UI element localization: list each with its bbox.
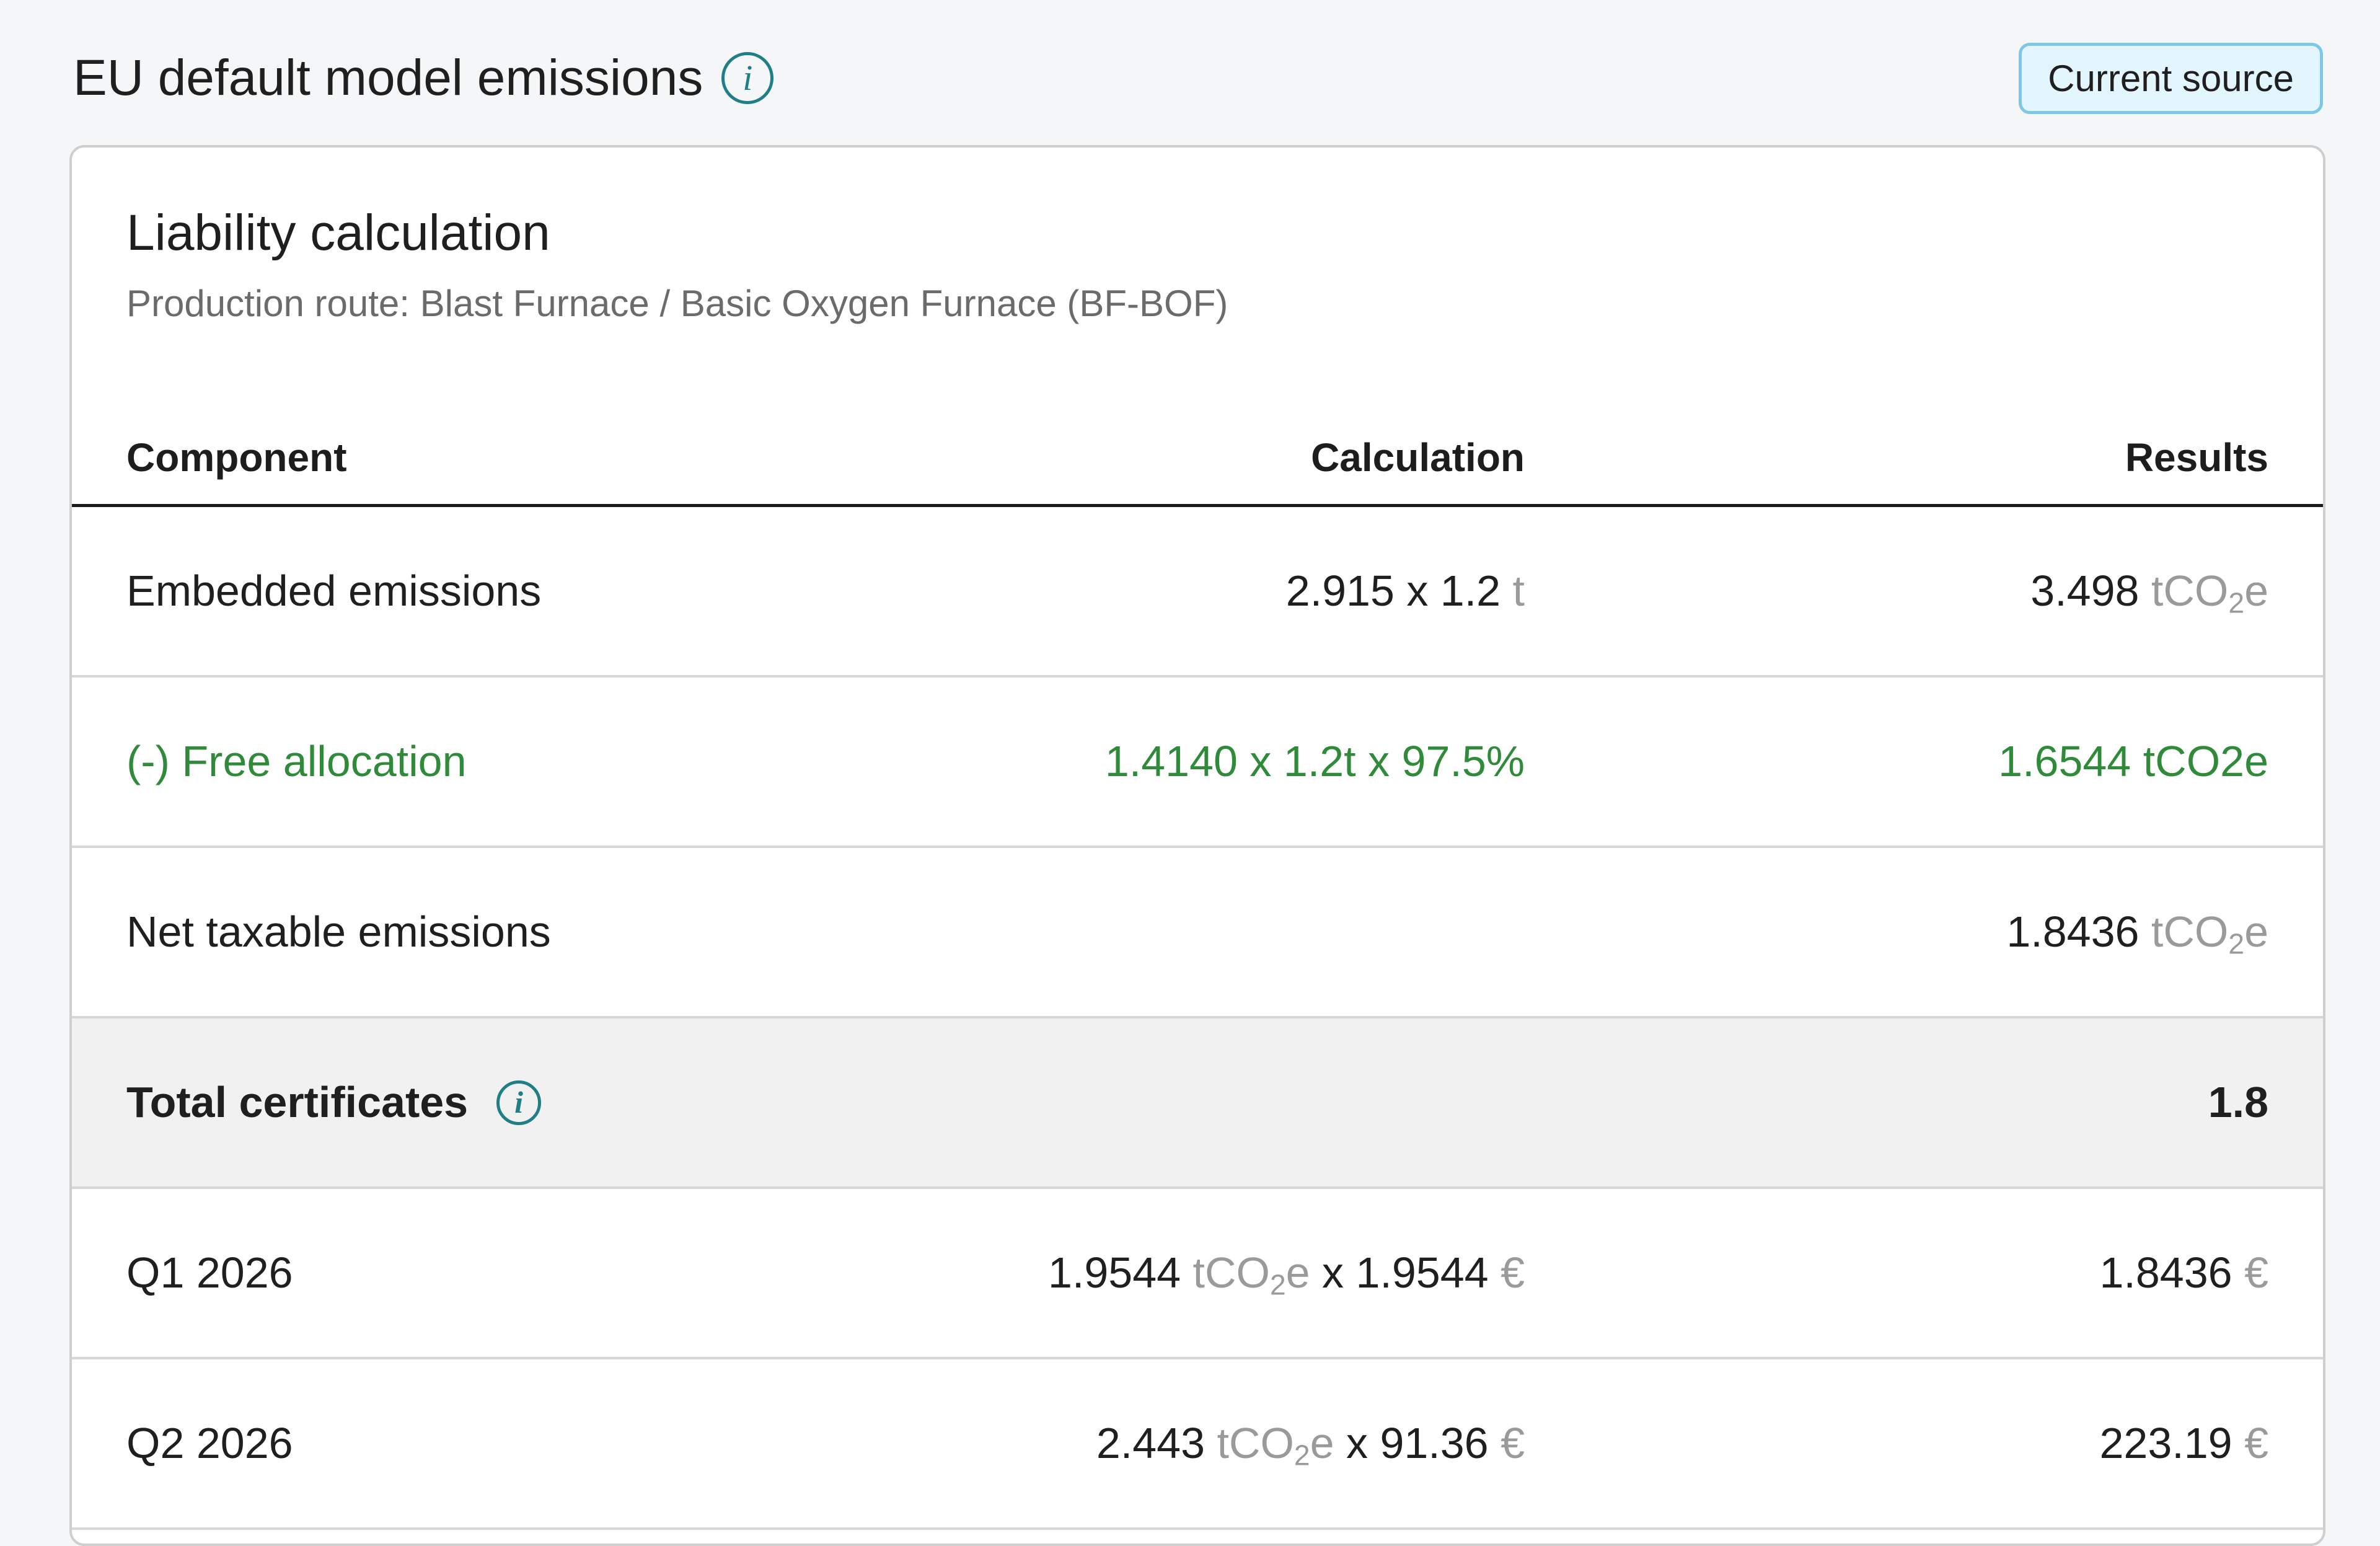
result-unit: tCO2e xyxy=(2151,567,2268,617)
production-route-subtitle: Production route: Blast Furnace / Basic … xyxy=(126,283,1228,324)
info-icon[interactable]: i xyxy=(721,52,774,104)
unit-subscript: 2 xyxy=(1294,1439,1310,1472)
calculation-value-2: 1.9544 xyxy=(1355,1248,1489,1297)
unit-suffix: e xyxy=(2244,567,2268,615)
unit-prefix: tCO xyxy=(2151,908,2229,956)
unit-prefix: tCO xyxy=(2151,567,2229,615)
unit-subscript: 2 xyxy=(2228,586,2245,619)
liability-calculation-card: Liability calculation Production route: … xyxy=(69,145,2325,1546)
calculation-unit: tCO2e xyxy=(1192,1248,1310,1299)
info-icon[interactable]: i xyxy=(496,1080,542,1125)
calculation-value: 2.915 x 1.2 xyxy=(1285,567,1501,615)
table-row-total-certificates: Total certificates i 1.8 xyxy=(72,1018,2323,1189)
unit-suffix: e xyxy=(1285,1248,1310,1297)
unit-prefix: tCO xyxy=(1192,1248,1270,1297)
column-header-results: Results xyxy=(2125,435,2268,480)
calculation-operator: x xyxy=(1346,1419,1368,1467)
calculation-value-2: 91.36 xyxy=(1380,1419,1489,1467)
result-value: 3.498 xyxy=(2030,567,2140,615)
current-source-badge[interactable]: Current source xyxy=(2019,43,2323,114)
row-component-label: (-) Free allocation xyxy=(126,737,467,785)
table-row-q2-2026: Q2 2026 2.443 tCO2e x 91.36 € 223.19 € xyxy=(72,1359,2323,1530)
result-value: 1.8436 xyxy=(2099,1248,2232,1297)
row-component-label: Embedded emissions xyxy=(126,567,542,615)
calculation-unit: t xyxy=(1512,567,1525,615)
calculation-currency: € xyxy=(1501,1248,1525,1297)
row-result: 3.498 tCO2e xyxy=(2030,507,2268,675)
row-result: 223.19 € xyxy=(2100,1359,2269,1527)
row-calculation: 2.443 tCO2e x 91.36 € xyxy=(1096,1359,1525,1527)
calculation-value-1: 1.9544 xyxy=(1047,1248,1181,1297)
calculation-currency: € xyxy=(1501,1419,1525,1467)
column-header-component: Component xyxy=(126,435,347,480)
unit-prefix: tCO xyxy=(1217,1419,1294,1467)
table-row-embedded-emissions: Embedded emissions 2.915 x 1.2 t 3.498 t… xyxy=(72,507,2323,678)
unit-suffix: e xyxy=(2244,908,2268,956)
total-certificates-label-group: Total certificates i xyxy=(126,1018,542,1186)
total-certificates-value: 1.8 xyxy=(2208,1078,2268,1126)
table-row-q1-2026: Q1 2026 1.9544 tCO2e x 1.9544 € 1.8436 € xyxy=(72,1189,2323,1359)
row-component-label: Q2 2026 xyxy=(126,1419,293,1467)
row-calculation: 1.4140 x 1.2t x 97.5% xyxy=(1104,737,1525,785)
row-result: 1.8436 tCO2e xyxy=(2006,848,2268,1016)
section-heading: EU default model emissions i xyxy=(73,48,774,108)
calculation-value-1: 2.443 xyxy=(1096,1419,1205,1467)
section-title: EU default model emissions xyxy=(73,50,703,106)
card-title: Liability calculation xyxy=(126,205,550,261)
table-row-free-allocation: (-) Free allocation 1.4140 x 1.2t x 97.5… xyxy=(72,678,2323,848)
unit-suffix: e xyxy=(1310,1419,1334,1467)
row-calculation: 1.9544 tCO2e x 1.9544 € xyxy=(1048,1189,1525,1357)
row-calculation: 2.915 x 1.2 t xyxy=(1286,507,1525,675)
result-currency: € xyxy=(2244,1419,2268,1467)
result-value: 223.19 xyxy=(2099,1419,2232,1467)
row-result: 1.8436 € xyxy=(2100,1189,2269,1357)
row-component-label: Q1 2026 xyxy=(126,1248,293,1297)
row-result: 1.6544 tCO2e xyxy=(1998,737,2268,785)
calculation-operator: x xyxy=(1322,1248,1344,1297)
column-header-calculation: Calculation xyxy=(1311,435,1525,480)
unit-subscript: 2 xyxy=(2228,927,2245,960)
table-header: Component Calculation Results xyxy=(72,411,2323,507)
row-component-label: Net taxable emissions xyxy=(126,908,551,956)
calculation-unit: tCO2e xyxy=(1217,1419,1334,1470)
table-row-net-taxable-emissions: Net taxable emissions 1.8436 tCO2e xyxy=(72,848,2323,1018)
result-unit: tCO2e xyxy=(2151,908,2268,958)
result-value: 1.8436 xyxy=(2006,908,2140,956)
unit-subscript: 2 xyxy=(1269,1268,1286,1301)
row-component-label: Total certificates xyxy=(126,1078,469,1126)
result-currency: € xyxy=(2244,1248,2268,1297)
